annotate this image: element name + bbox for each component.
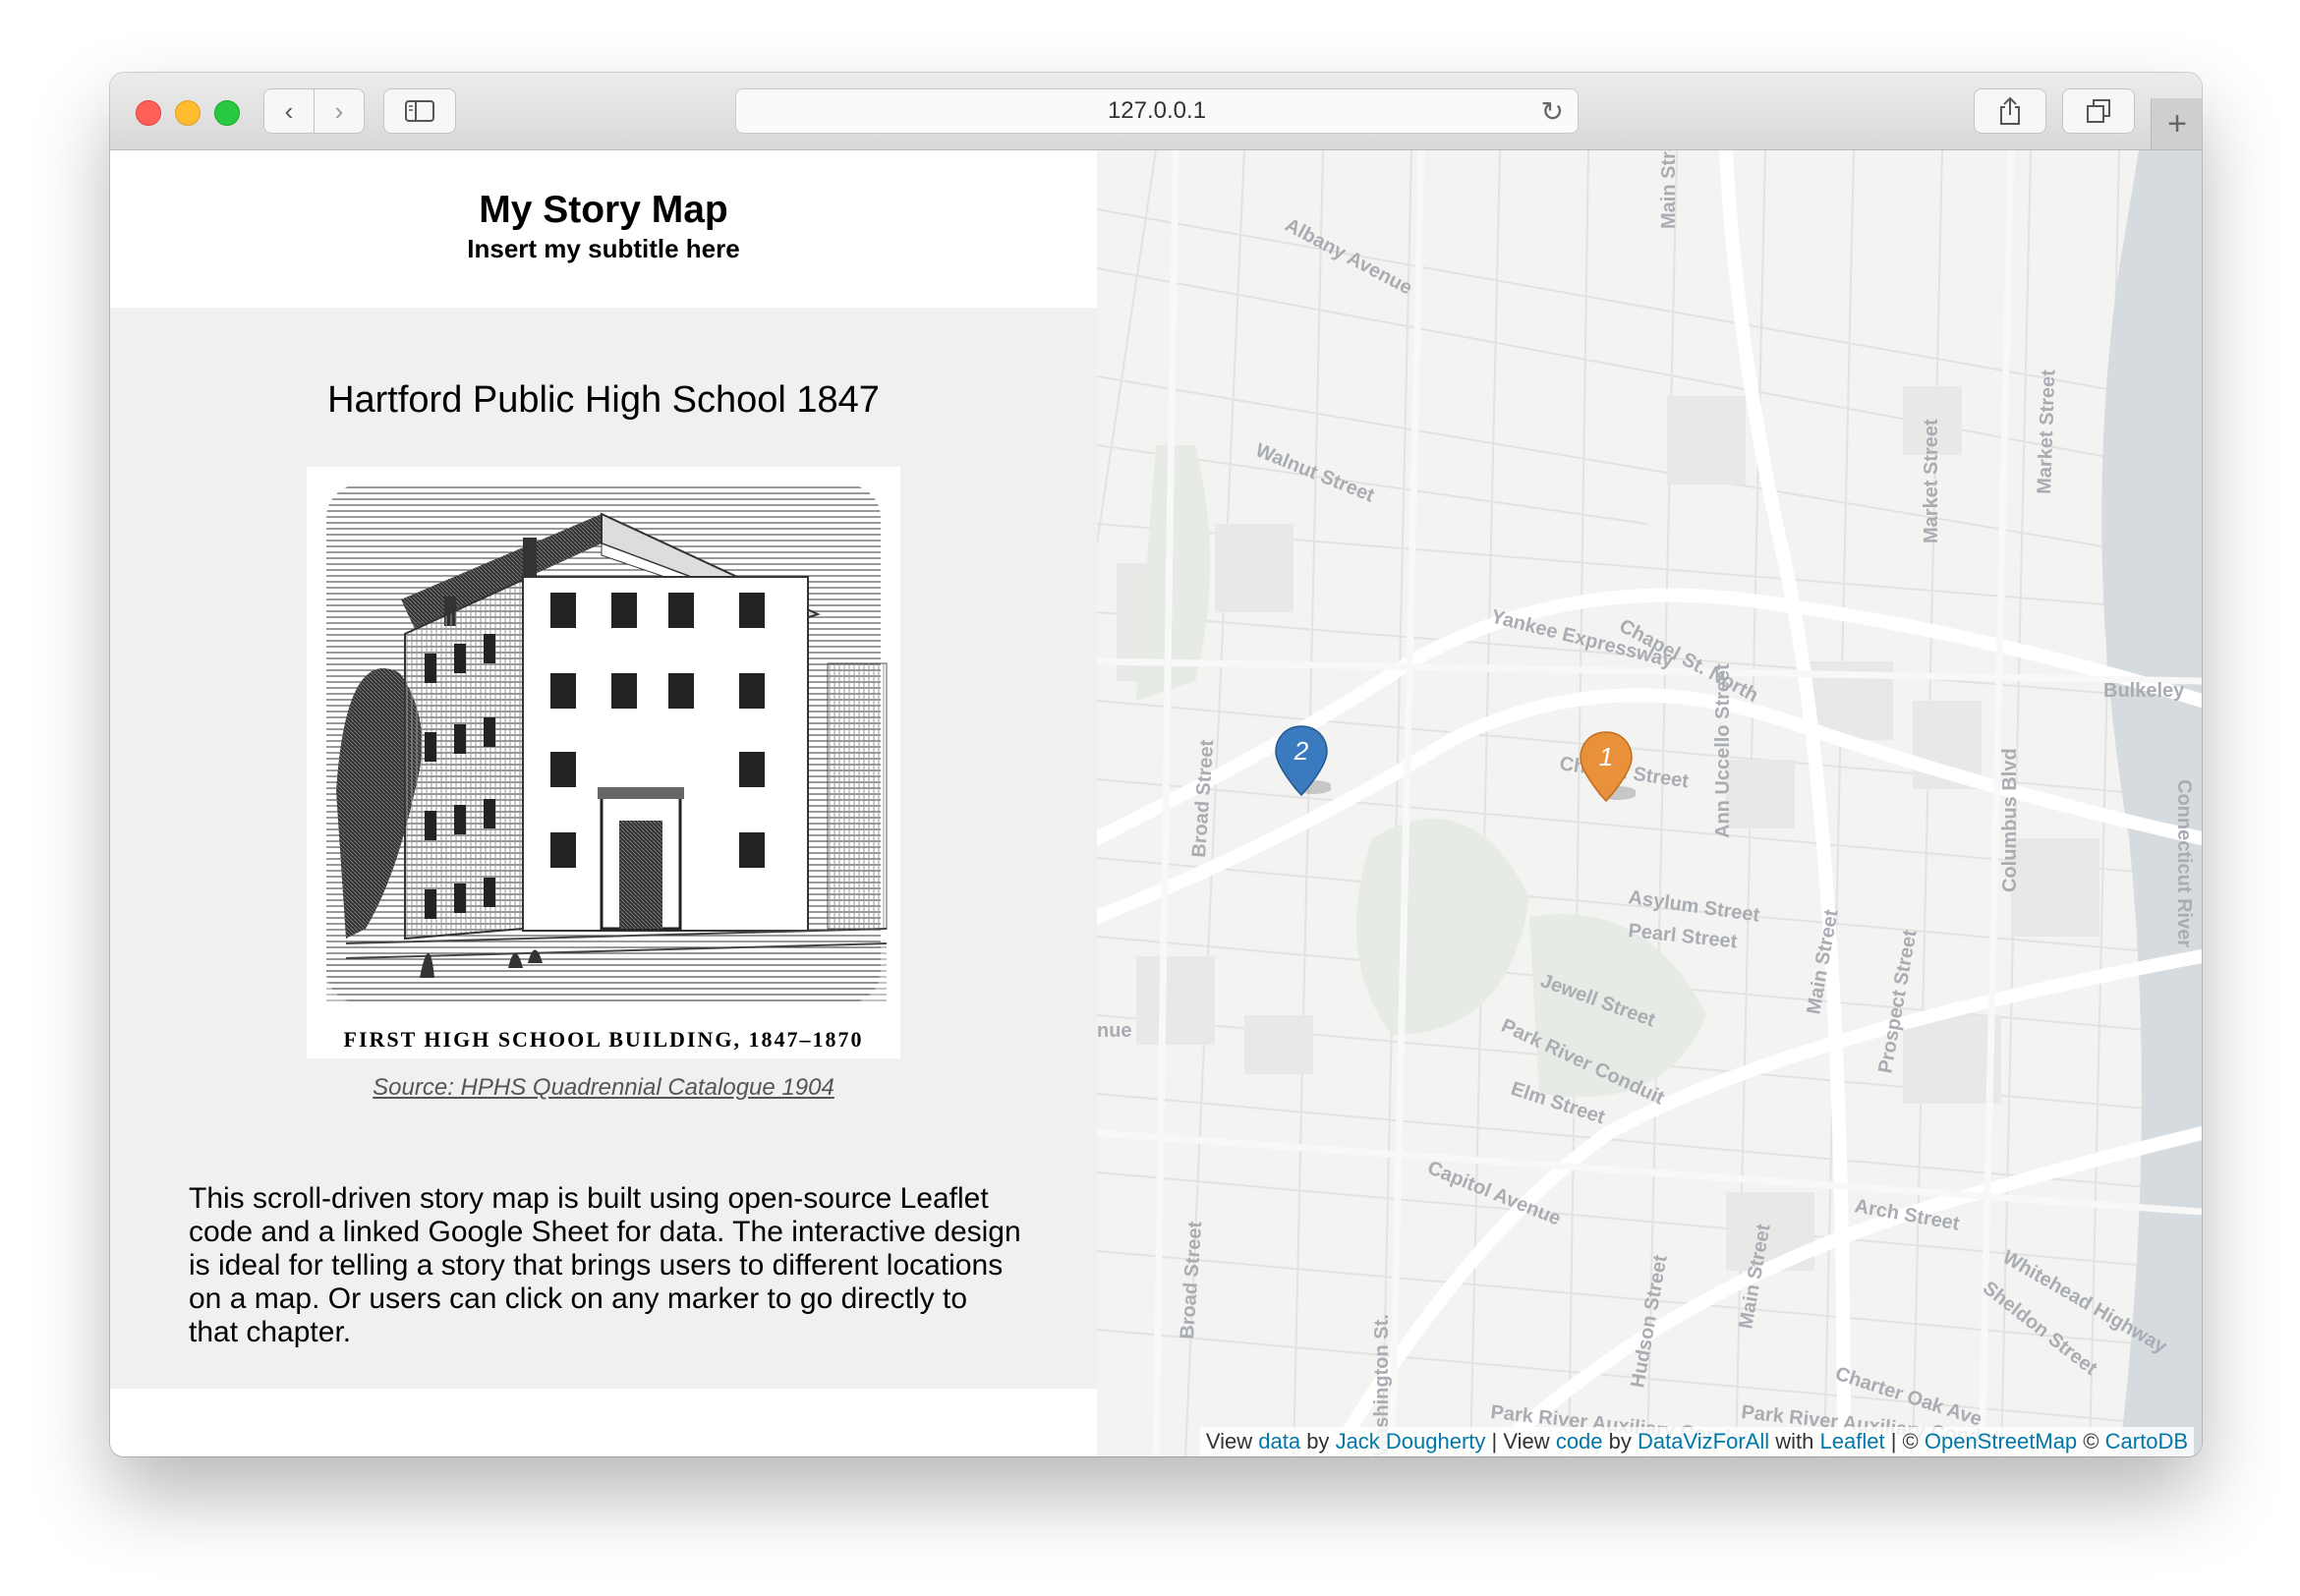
minimize-window-button[interactable] [175, 100, 201, 126]
street-label: Market Street [1921, 419, 1942, 543]
org-link[interactable]: DataVizForAll [1638, 1429, 1769, 1454]
reload-icon[interactable]: ↻ [1541, 95, 1564, 128]
street-label: Main Street [1658, 150, 1680, 229]
browser-window: ‹ › 127.0.0.1 ↻ + My Story Map Insert my… [110, 73, 2202, 1456]
plus-icon: + [2167, 104, 2187, 142]
share-button[interactable] [1974, 88, 2046, 134]
map-attribution: View data by Jack Dougherty | View code … [1199, 1427, 2194, 1456]
page-title: My Story Map [479, 189, 728, 231]
chapter-image: FIRST HIGH SCHOOL BUILDING, 1847–1870 [307, 467, 900, 1058]
chapter-card[interactable]: Hartford Public High School 1847 FIRST H… [110, 308, 1097, 1389]
attribution-text: | © [1890, 1429, 1919, 1454]
street-label: Columbus Blvd [1999, 748, 2021, 892]
street-label: Connecticut River [2173, 779, 2195, 947]
attribution-text: View [1503, 1429, 1550, 1454]
url-text: 127.0.0.1 [1107, 97, 1207, 124]
attribution-text: © [2083, 1429, 2099, 1454]
street-label: Albany Avenue [1282, 214, 1416, 300]
chapter-title: Hartford Public High School 1847 [327, 379, 880, 421]
tabs-icon [2087, 99, 2110, 123]
back-button[interactable]: ‹ [263, 88, 315, 134]
attribution-text: View [1205, 1429, 1253, 1454]
attribution-text: by [1306, 1429, 1330, 1454]
carto-link[interactable]: CartoDB [2105, 1429, 2188, 1454]
street-label: Ann Uccello Street [1712, 663, 1734, 838]
attribution-text: with [1775, 1429, 1814, 1454]
street-label: Broad Street [1177, 1221, 1206, 1340]
show-tabs-button[interactable] [2062, 88, 2135, 134]
street-label: Market Street [2034, 369, 2059, 494]
share-icon [2000, 96, 2020, 125]
author-link[interactable]: Jack Dougherty [1336, 1429, 1486, 1454]
street-label: nue [1097, 1020, 1132, 1042]
street-label: Bulkeley [2103, 680, 2185, 702]
data-link[interactable]: data [1258, 1429, 1300, 1454]
story-header: My Story Map Insert my subtitle here [110, 150, 1097, 308]
chevron-left-icon: ‹ [284, 95, 294, 126]
image-caption: FIRST HIGH SCHOOL BUILDING, 1847–1870 [344, 1027, 864, 1052]
attribution-text: | [1491, 1429, 1498, 1454]
story-panel[interactable]: My Story Map Insert my subtitle here Har… [110, 150, 1097, 1456]
sidebar-toggle-button[interactable] [383, 88, 456, 134]
zoom-window-button[interactable] [214, 100, 240, 126]
leaflet-link[interactable]: Leaflet [1820, 1429, 1885, 1454]
chapter-description: This scroll-driven story map is built us… [189, 1182, 1021, 1348]
marker-label: 1 [1599, 742, 1613, 771]
attribution-text: by [1608, 1429, 1632, 1454]
map-tiles[interactable]: Albany Avenue Main Street Walnut Street … [1097, 150, 2202, 1456]
chevron-right-icon: › [334, 95, 344, 126]
page-subtitle: Insert my subtitle here [467, 234, 740, 263]
code-link[interactable]: code [1556, 1429, 1603, 1454]
source-link[interactable]: Source: HPHS Quadrennial Catalogue 1904 [110, 1074, 1097, 1102]
map-marker-2[interactable]: 2 [1272, 722, 1331, 801]
browser-toolbar: ‹ › 127.0.0.1 ↻ + [110, 73, 2202, 150]
osm-link[interactable]: OpenStreetMap [1925, 1429, 2077, 1454]
page-content: My Story Map Insert my subtitle here Har… [110, 150, 2202, 1456]
map-panel[interactable]: Albany Avenue Main Street Walnut Street … [1097, 150, 2202, 1456]
sidebar-icon [405, 100, 434, 122]
close-window-button[interactable] [136, 100, 161, 126]
address-bar[interactable]: 127.0.0.1 ↻ [735, 88, 1579, 134]
street-label: Asylum Street [1627, 886, 1761, 927]
forward-button[interactable]: › [314, 88, 365, 134]
marker-label: 2 [1294, 736, 1309, 766]
new-tab-button[interactable]: + [2151, 98, 2202, 149]
map-marker-1[interactable]: 1 [1577, 728, 1636, 807]
